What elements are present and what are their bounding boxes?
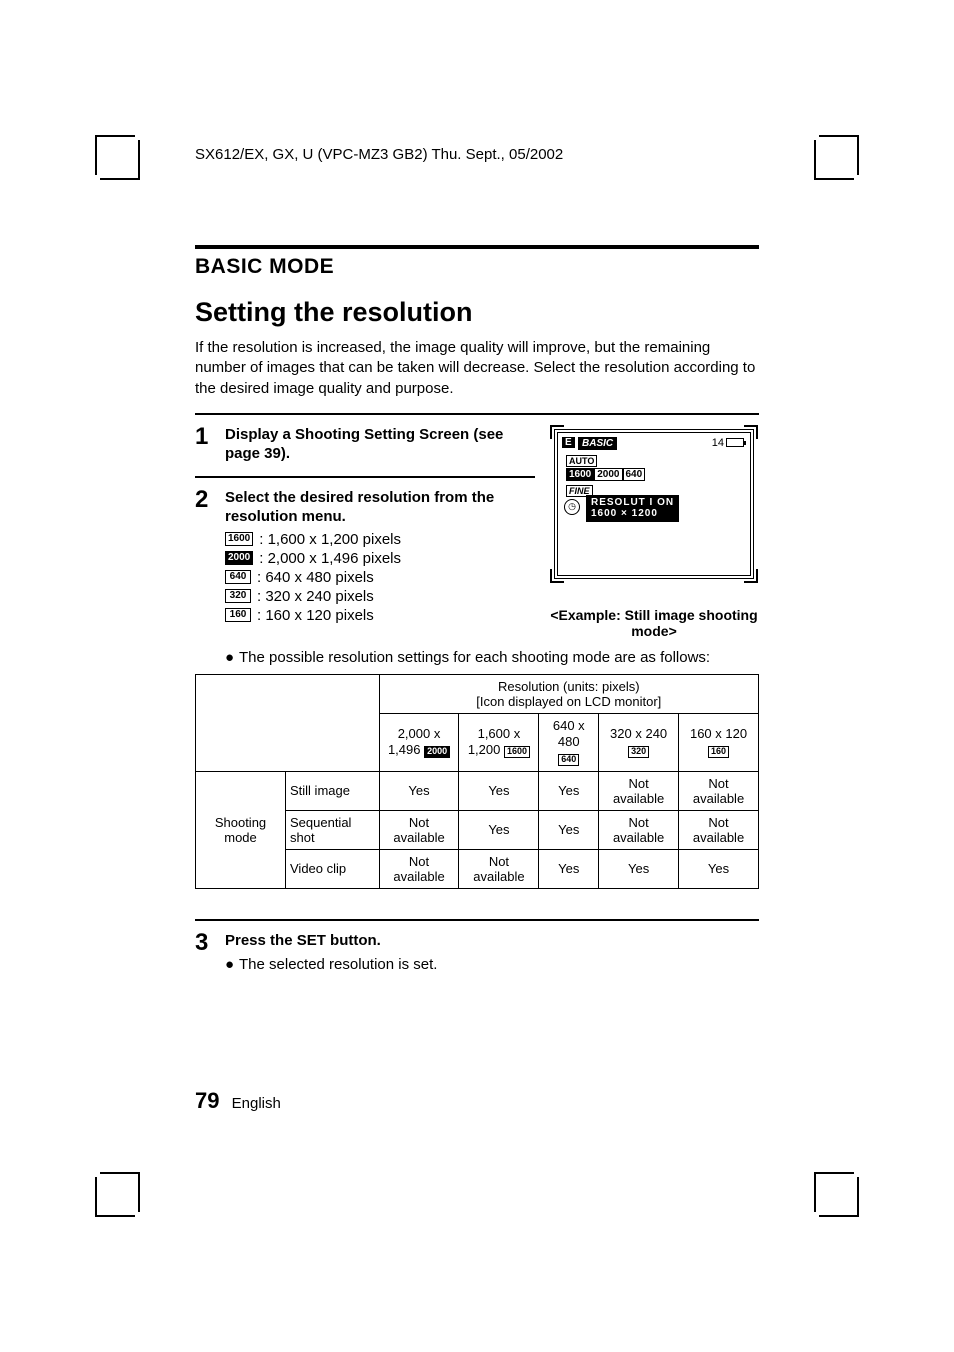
table-row: Shooting mode Still image Yes Yes Yes No… (196, 771, 759, 810)
lcd-basic-badge: BASIC (578, 437, 617, 450)
lcd-example: E BASIC 14 AUTO 16002000640 FINE ◷ RESOL… (554, 429, 754, 579)
col-icon-1600: 1600 (504, 746, 530, 758)
col-icon-320: 320 (628, 746, 649, 758)
cell: Yes (539, 810, 599, 849)
bullet-icon: ● (225, 956, 239, 973)
resolution-option: 640 : 640 x 480 pixels (225, 569, 535, 586)
row-label: Still image (286, 771, 380, 810)
col-label: 640 x 480 (553, 718, 585, 749)
step-3: 3 Press the SET button. ● The selected r… (195, 931, 759, 974)
resolution-option: 160 : 160 x 120 pixels (225, 607, 535, 624)
rule (195, 476, 535, 478)
res-icon-2000: 2000 (225, 551, 253, 565)
cell: Yes (599, 849, 679, 888)
lcd-info-line2: 1600 × 1200 (591, 508, 674, 520)
col-label: 1,200 (468, 742, 501, 757)
rule (195, 413, 759, 415)
row-group-label: Shooting mode (196, 771, 286, 888)
col-label: 1,496 (388, 742, 421, 757)
cell: Not available (679, 771, 759, 810)
res-text: : 1,600 x 1,200 pixels (259, 531, 401, 548)
doc-header: SX612/EX, GX, U (VPC-MZ3 GB2) Thu. Sept.… (195, 146, 563, 163)
lcd-auto-badge: AUTO (566, 455, 597, 467)
res-text: : 160 x 120 pixels (257, 607, 374, 624)
crop-mark (819, 1177, 859, 1217)
resolution-table: Resolution (units: pixels) [Icon display… (195, 674, 759, 889)
intro-text: If the resolution is increased, the imag… (195, 338, 759, 399)
cell: Yes (539, 849, 599, 888)
col-icon-640: 640 (558, 754, 579, 766)
table-header: Resolution (units: pixels) (384, 679, 754, 694)
lcd-res-row: 16002000640 (566, 469, 645, 480)
row-label: Sequential shot (286, 810, 380, 849)
col-label: 160 x 120 (690, 726, 747, 741)
col-label: 320 x 240 (610, 726, 667, 741)
step-title: Display a Shooting Setting Screen (see p… (225, 425, 535, 464)
crop-mark (95, 135, 135, 175)
step-2-bullet: ● The possible resolution settings for e… (225, 649, 759, 666)
resolution-option: 2000 : 2,000 x 1,496 pixels (225, 550, 535, 567)
page-footer: 79 English (195, 1088, 281, 1114)
res-icon-160: 160 (225, 608, 251, 622)
cell: Yes (459, 771, 539, 810)
bullet-text: The possible resolution settings for eac… (239, 649, 710, 666)
lcd-info-box: RESOLUT I ON 1600 × 1200 (586, 495, 679, 522)
step-number: 2 (195, 488, 225, 626)
lcd-count-value: 14 (712, 437, 724, 449)
table-subheader: [Icon displayed on LCD monitor] (384, 694, 754, 709)
rule (195, 245, 759, 249)
crop-mark (95, 1177, 135, 1217)
res-text: : 320 x 240 pixels (257, 588, 374, 605)
cell: Yes (539, 771, 599, 810)
col-label: 2,000 x (398, 726, 441, 741)
page-title: Setting the resolution (195, 297, 759, 328)
step-3-bullet: ● The selected resolution is set. (225, 956, 759, 973)
step-number: 1 (195, 425, 225, 468)
cell: Yes (459, 810, 539, 849)
lcd-res-640: 640 (623, 468, 646, 481)
cell: Not available (379, 849, 459, 888)
rule (195, 919, 759, 921)
footer-lang: English (232, 1095, 281, 1112)
lcd-res-1600: 1600 (566, 468, 594, 481)
resolution-option: 1600 : 1,600 x 1,200 pixels (225, 531, 535, 548)
lcd-res-2000: 2000 (594, 468, 622, 481)
cell: Yes (679, 849, 759, 888)
step-title: Press the SET button. (225, 931, 759, 951)
res-icon-640: 640 (225, 570, 251, 584)
battery-icon (726, 438, 744, 447)
lcd-caption: <Example: Still image shooting mode> (549, 607, 759, 639)
row-label: Video clip (286, 849, 380, 888)
lcd-count: 14 (712, 437, 744, 449)
res-text: : 2,000 x 1,496 pixels (259, 550, 401, 567)
step-1: 1 Display a Shooting Setting Screen (see… (195, 425, 535, 468)
col-icon-160: 160 (708, 746, 729, 758)
res-icon-320: 320 (225, 589, 251, 603)
cell: Yes (379, 771, 459, 810)
cell: Not available (679, 810, 759, 849)
bullet-text: The selected resolution is set. (239, 956, 437, 973)
cell: Not available (599, 771, 679, 810)
clock-icon: ◷ (564, 499, 580, 515)
section-title: BASIC MODE (195, 255, 759, 279)
lcd-e-badge: E (562, 437, 575, 448)
cell: Not available (459, 849, 539, 888)
page-number: 79 (195, 1088, 219, 1113)
lcd-info-line1: RESOLUT I ON (591, 497, 674, 509)
cell: Not available (379, 810, 459, 849)
resolution-option: 320 : 320 x 240 pixels (225, 588, 535, 605)
res-text: : 640 x 480 pixels (257, 569, 374, 586)
step-title: Select the desired resolution from the r… (225, 488, 535, 527)
cell: Not available (599, 810, 679, 849)
bullet-icon: ● (225, 649, 239, 666)
crop-mark (819, 135, 859, 175)
col-label: 1,600 x (478, 726, 521, 741)
res-icon-1600: 1600 (225, 532, 253, 546)
step-number: 3 (195, 931, 225, 974)
step-2: 2 Select the desired resolution from the… (195, 488, 535, 626)
col-icon-2000: 2000 (424, 746, 450, 758)
